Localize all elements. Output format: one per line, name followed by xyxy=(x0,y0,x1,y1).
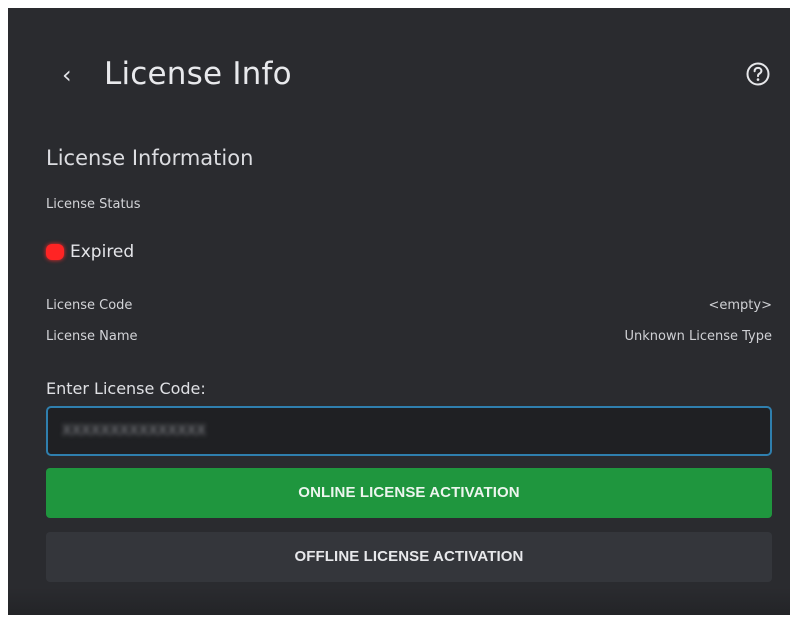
license-status-label: License Status xyxy=(46,197,141,212)
help-button[interactable] xyxy=(745,61,771,87)
section-title: License Information xyxy=(46,146,254,170)
license-code-input-label: Enter License Code: xyxy=(46,379,206,398)
online-license-activation-button[interactable]: ONLINE LICENSE ACTIVATION xyxy=(46,468,772,518)
license-code-input[interactable] xyxy=(48,408,770,454)
license-name-value: Unknown License Type xyxy=(624,329,772,344)
question-circle-icon xyxy=(746,62,770,86)
license-info-screen: ‹ License Info License Information Licen… xyxy=(8,8,790,615)
page-title: License Info xyxy=(104,56,292,92)
license-status-value: Expired xyxy=(70,242,135,262)
license-code-value: <empty> xyxy=(708,298,773,313)
status-indicator-icon xyxy=(46,244,64,260)
license-code-field xyxy=(46,406,772,456)
chevron-left-icon: ‹ xyxy=(62,61,72,89)
license-name-label: License Name xyxy=(46,329,138,344)
license-code-label: License Code xyxy=(46,298,133,313)
offline-license-activation-button[interactable]: OFFLINE LICENSE ACTIVATION xyxy=(46,532,772,582)
back-button[interactable]: ‹ xyxy=(62,60,86,90)
header: ‹ License Info xyxy=(8,8,790,128)
bottom-strip xyxy=(8,588,790,615)
